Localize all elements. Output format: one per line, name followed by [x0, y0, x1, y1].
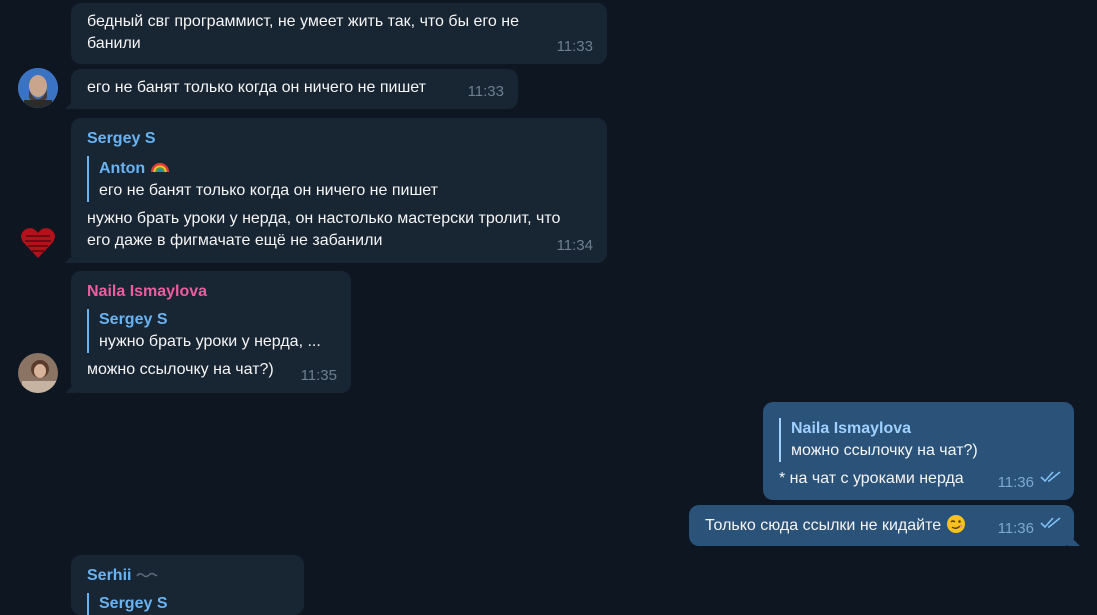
reply-text: можно ссылочку на чат?) — [791, 442, 978, 459]
heart-avatar-image — [21, 228, 55, 258]
reply-sender-name: Anton — [99, 160, 146, 177]
double-check-icon — [1040, 468, 1062, 490]
outgoing-message-bubble[interactable]: Naila Ismaylova можно ссылочку на чат?) … — [763, 402, 1074, 500]
message-text: Только сюда ссылки не кидайте — [705, 517, 942, 534]
message-text: нужно брать уроки у нерда, он настолько … — [87, 210, 561, 249]
reply-text: его не банят только когда он ничего не п… — [99, 182, 438, 199]
wink-emoji — [946, 514, 966, 534]
bubble-tail — [1068, 534, 1080, 546]
message-time: 11:36 — [997, 520, 1034, 537]
reply-sender-name: Sergey S — [99, 595, 168, 612]
message-bubble[interactable]: бедный свг программист, не умеет жить та… — [71, 3, 607, 64]
sender-name[interactable]: Serhii — [87, 567, 131, 584]
message-time: 11:33 — [467, 83, 504, 100]
sender-name[interactable]: Sergey S — [87, 128, 591, 150]
message-bubble[interactable]: его не банят только когда он ничего не п… — [65, 69, 518, 109]
reply-sender-name: Naila Ismaylova — [791, 420, 912, 437]
avatar[interactable] — [18, 68, 58, 108]
message-text: его не банят только когда он ничего не п… — [87, 79, 426, 96]
reply-sender-name: Sergey S — [99, 311, 168, 328]
avatar-image — [18, 68, 58, 108]
message-time: 11:36 — [997, 474, 1034, 491]
reply-quote[interactable]: Naila Ismaylova можно ссылочку на чат?) — [779, 418, 1058, 462]
sender-row: Serhii — [87, 565, 288, 587]
bubble-tail — [65, 97, 77, 109]
message-text: можно ссылочку на чат?) — [87, 361, 274, 378]
message-time: 11:33 — [556, 38, 593, 55]
reply-quote[interactable]: Sergey S нужно брать уроки у нерда, ... — [87, 309, 335, 353]
avatar-image — [18, 353, 58, 393]
reply-text: нужно брать уроки у нерда, ... — [99, 333, 321, 350]
message-bubble[interactable]: Naila Ismaylova Sergey S нужно брать уро… — [65, 271, 351, 393]
message-text: бедный свг программист, не умеет жить та… — [87, 13, 519, 52]
rainbow-icon — [150, 156, 170, 176]
double-check-icon — [1040, 514, 1062, 536]
message-time: 11:34 — [556, 237, 593, 254]
avatar[interactable] — [18, 353, 58, 393]
message-time: 11:35 — [300, 367, 337, 384]
reply-quote[interactable]: Anton его не банят только когда он ничег… — [87, 156, 591, 202]
outgoing-message-bubble[interactable]: Только сюда ссылки не кидайте 11:36 — [689, 505, 1080, 546]
avatar[interactable] — [18, 222, 58, 262]
sender-name[interactable]: Naila Ismaylova — [87, 281, 335, 303]
reply-quote[interactable]: Sergey S — [87, 593, 288, 615]
bubble-tail — [65, 251, 77, 263]
wave-icon — [136, 565, 158, 578]
message-bubble[interactable]: Serhii Sergey S — [71, 555, 304, 615]
message-bubble[interactable]: Sergey S Anton его не банят только когда… — [65, 118, 607, 263]
bubble-tail — [65, 381, 77, 393]
